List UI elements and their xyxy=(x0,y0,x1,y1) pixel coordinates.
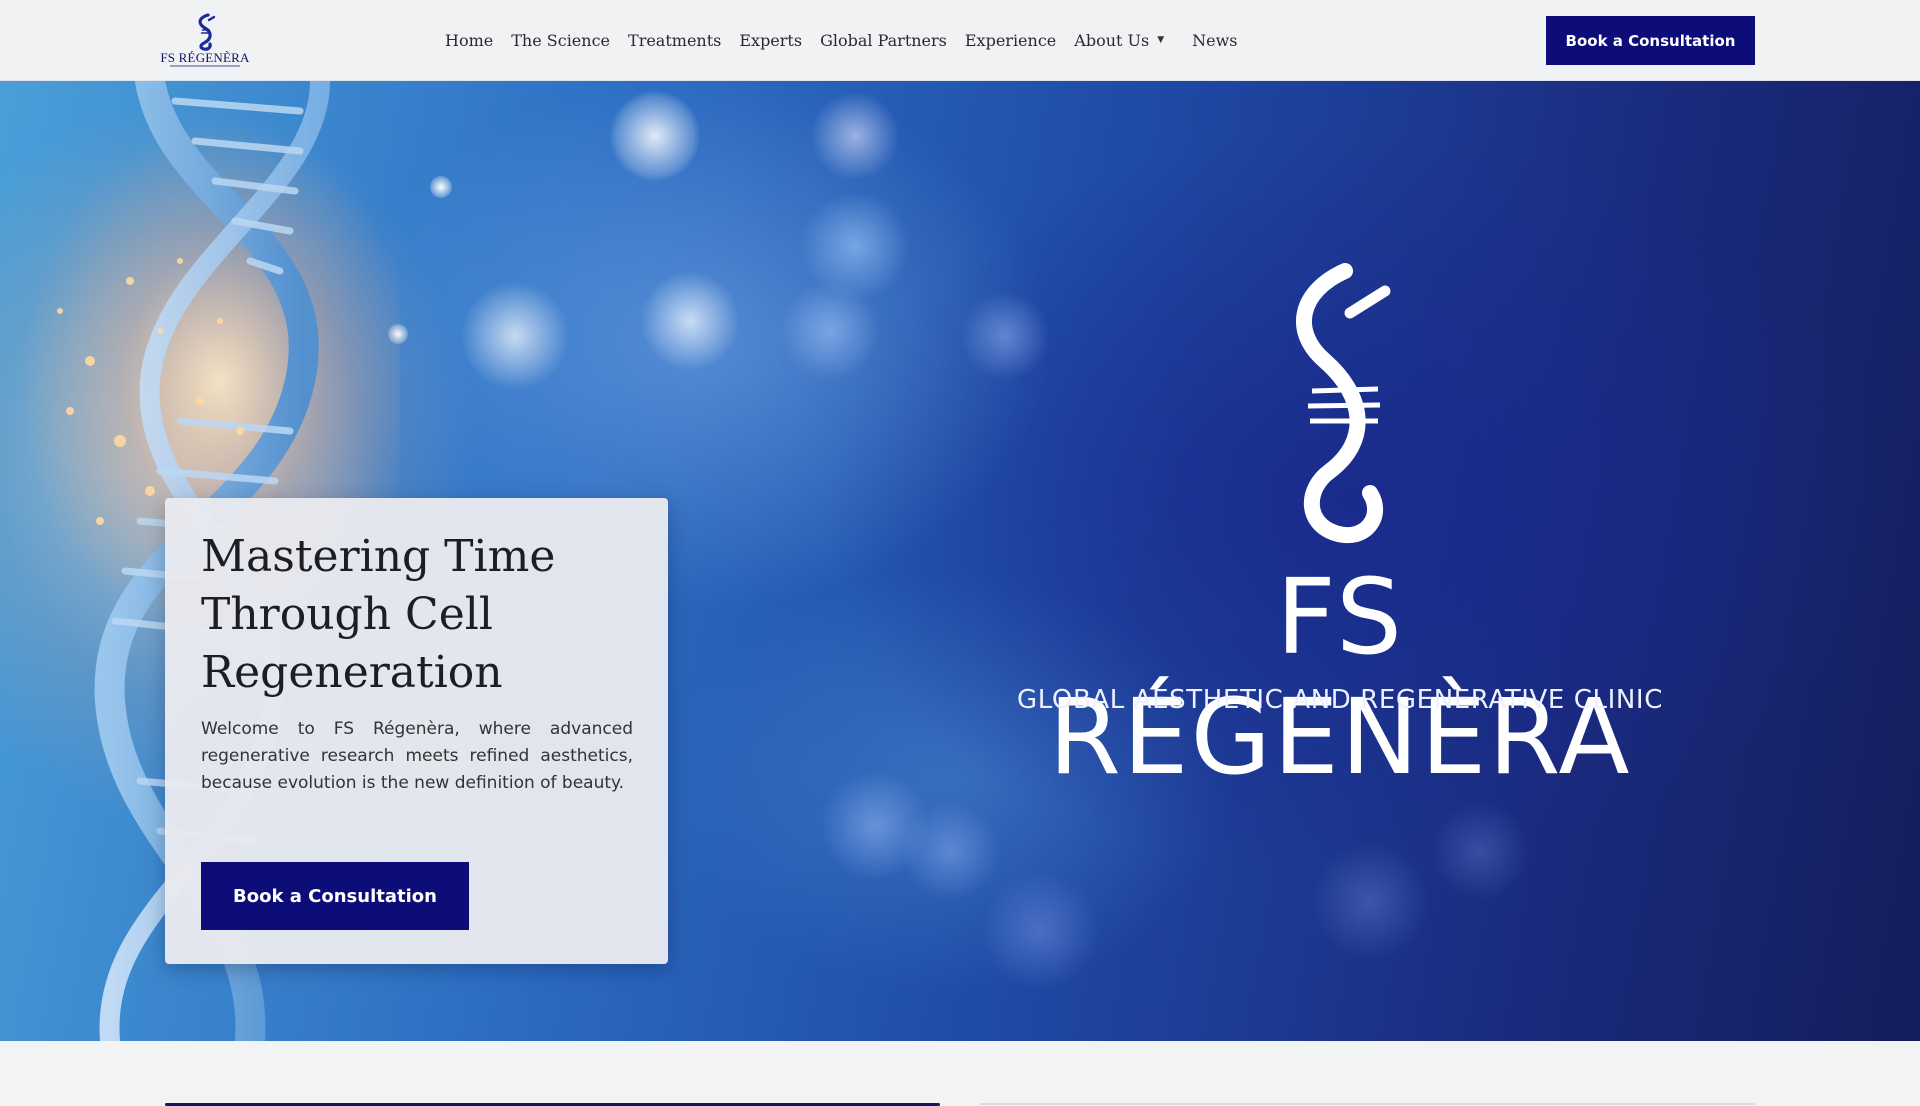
caret-down-icon: ▼ xyxy=(1157,35,1165,45)
hero-book-consultation-button[interactable]: Book a Consultation xyxy=(201,862,469,930)
hero-description: Welcome to FS Régenèra, where advanced r… xyxy=(201,719,633,793)
dna-logo-icon xyxy=(198,13,216,51)
bokeh-light xyxy=(430,176,452,198)
brand-tagline: GLOBAL AESTHETIC AND REGENERATIVE CLINIC xyxy=(1017,685,1663,715)
site-logo[interactable]: FS RÉGENÈRA xyxy=(160,12,250,70)
logo-text: FS RÉGENÈRA xyxy=(160,50,250,65)
hero-section: Mastering Time Through Cell Regeneration… xyxy=(0,81,1920,1041)
nav-news[interactable]: News xyxy=(1192,31,1237,50)
bokeh-light xyxy=(780,281,880,381)
site-header: FS RÉGENÈRA Home The Science Treatments … xyxy=(0,0,1920,81)
nav-home[interactable]: Home xyxy=(445,31,493,50)
hero-title: Mastering Time Through Cell Regeneration xyxy=(201,531,556,698)
bokeh-light xyxy=(610,91,700,181)
dna-brand-mark-icon xyxy=(1295,263,1391,543)
bokeh-light xyxy=(1310,841,1430,961)
nav-experts[interactable]: Experts xyxy=(739,31,802,50)
logo-subline xyxy=(170,65,240,67)
main-nav: Home The Science Treatments Experts Glob… xyxy=(445,0,1256,80)
brand-name: FS RÉGENÈRA xyxy=(1048,556,1632,798)
below-hero-section xyxy=(0,1041,1920,1106)
header-book-consultation-button[interactable]: Book a Consultation xyxy=(1546,16,1755,65)
nav-treatments[interactable]: Treatments xyxy=(628,31,721,50)
bokeh-light xyxy=(980,871,1100,991)
nav-about-us[interactable]: About Us ▼ xyxy=(1074,31,1164,50)
bokeh-light xyxy=(460,281,570,391)
nav-about-us-label: About Us xyxy=(1074,30,1150,50)
hero-card: Mastering Time Through Cell Regeneration… xyxy=(165,498,668,964)
hero-brand-lockup: FS RÉGENÈRA GLOBAL AESTHETIC AND REGENER… xyxy=(980,261,1700,821)
nav-global-partners[interactable]: Global Partners xyxy=(820,31,947,50)
section-card-top-edge xyxy=(980,1103,1755,1105)
bokeh-light xyxy=(810,91,900,181)
bokeh-light xyxy=(640,271,740,371)
nav-experience[interactable]: Experience xyxy=(965,31,1056,50)
nav-the-science[interactable]: The Science xyxy=(511,31,610,50)
